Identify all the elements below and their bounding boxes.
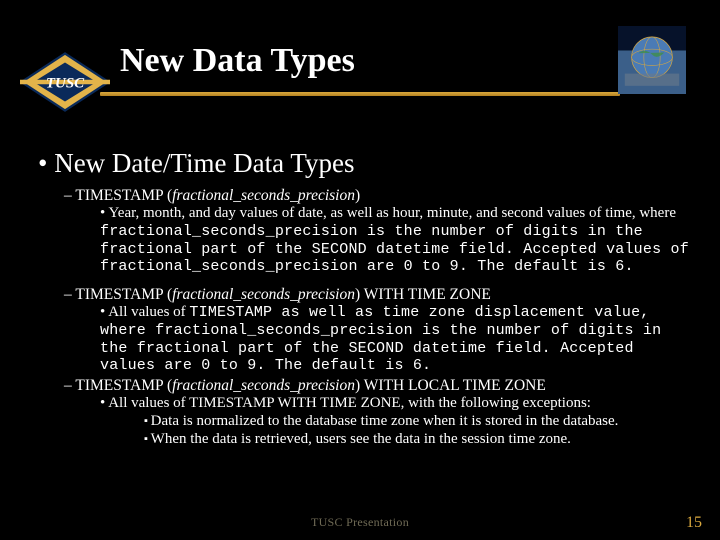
footer-text: TUSC Presentation [0,515,720,530]
logo-text: TUSC [46,75,85,91]
item-timestamp-local-tz-intro: All values of TIMESTAMP WITH TIME ZONE, … [100,395,692,413]
page-number: 15 [686,514,702,532]
item-timestamp-desc: Year, month, and day values of date, as … [100,205,692,276]
exception-1: Data is normalized to the database time … [144,413,692,431]
globe-icon [618,26,686,94]
exception-2: When the data is retrieved, users see th… [144,431,692,449]
item-timestamp: TIMESTAMP (fractional_seconds_precision) [64,187,692,205]
slide-title: New Data Types [120,42,355,80]
title-underline [100,92,620,96]
item-timestamp-local-tz: TIMESTAMP (fractional_seconds_precision)… [64,377,692,395]
item-timestamp-tz: TIMESTAMP (fractional_seconds_precision)… [64,286,692,304]
slide-body: New Date/Time Data Types TIMESTAMP (frac… [38,148,692,528]
item-timestamp-tz-desc: All values of TIMESTAMP as well as time … [100,304,692,375]
section-heading: New Date/Time Data Types [38,148,692,179]
tusc-logo: TUSC [20,52,110,112]
